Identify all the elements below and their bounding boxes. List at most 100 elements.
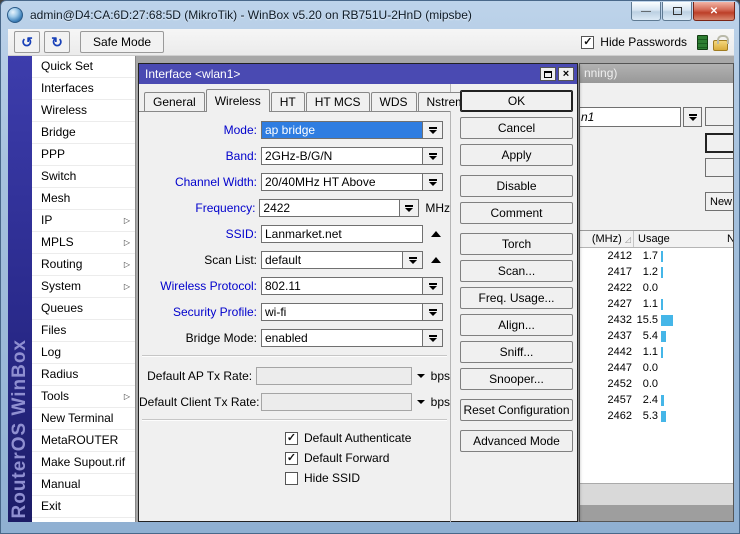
sidebar-item-interfaces[interactable]: Interfaces <box>32 78 135 100</box>
maximize-button[interactable] <box>662 2 692 21</box>
dropdown-icon[interactable] <box>417 374 425 378</box>
sidebar-item-metarouter[interactable]: MetaROUTER <box>32 430 135 452</box>
bridge-mode-combo[interactable]: enabled <box>261 329 423 347</box>
table-row[interactable]: 24572.4 <box>580 392 734 408</box>
snooper-button[interactable]: Snooper... <box>460 368 573 390</box>
sidebar-item-bridge[interactable]: Bridge <box>32 122 135 144</box>
default-client-tx-rate-input[interactable] <box>261 393 412 411</box>
disable-button[interactable]: Disable <box>460 175 573 197</box>
advanced-mode-button[interactable]: Advanced Mode <box>460 430 573 452</box>
band-dropdown-button[interactable] <box>423 147 443 165</box>
sniff-button[interactable]: Sniff... <box>460 341 573 363</box>
frequency-dropdown-button[interactable] <box>400 199 420 217</box>
table-row[interactable]: 24421.1 <box>580 344 734 360</box>
security-profile-combo[interactable]: wi-fi <box>261 303 423 321</box>
apply-button[interactable]: Apply <box>460 144 573 166</box>
sidebar-item-quick-set[interactable]: Quick Set <box>32 56 135 78</box>
dropdown-icon <box>429 309 437 316</box>
table-row[interactable]: 24121.7 <box>580 248 734 264</box>
column-mhz[interactable]: (MHz) <box>592 233 622 245</box>
sidebar-item-radius[interactable]: Radius <box>32 364 135 386</box>
frequency-usage-titlebar[interactable]: nning) <box>580 64 733 83</box>
default-forward-checkbox[interactable] <box>285 452 298 465</box>
comment-button[interactable]: Comment <box>460 202 573 224</box>
ssid-input[interactable]: Lanmarket.net <box>261 225 423 243</box>
sidebar-item-exit[interactable]: Exit <box>32 496 135 518</box>
scan-button[interactable]: Scan... <box>460 260 573 282</box>
sidebar-item-ppp[interactable]: PPP <box>32 144 135 166</box>
dropdown-icon[interactable] <box>417 400 425 404</box>
sidebar-item-new-terminal[interactable]: New Terminal <box>32 408 135 430</box>
table-row[interactable]: 24220.0 <box>580 280 734 296</box>
sidebar-item-ip[interactable]: IP <box>32 210 135 232</box>
table-row[interactable]: 24171.2 <box>580 264 734 280</box>
redo-button[interactable]: ↻ <box>44 31 70 53</box>
hide-passwords-checkbox[interactable] <box>581 36 594 49</box>
sidebar-item-log[interactable]: Log <box>32 342 135 364</box>
collapse-arrow-icon[interactable] <box>431 231 441 237</box>
sidebar-item-manual[interactable]: Manual <box>32 474 135 496</box>
ok-button[interactable]: OK <box>460 90 573 112</box>
tab-ht[interactable]: HT <box>271 92 305 111</box>
table-row[interactable]: 24470.0 <box>580 360 734 376</box>
scan-list-combo[interactable]: default <box>261 251 403 269</box>
dialog-close-button[interactable]: × <box>558 67 574 81</box>
default-authenticate-checkbox[interactable] <box>285 432 298 445</box>
frequency-combo[interactable]: 2422 <box>259 199 399 217</box>
dialog-maximize-button[interactable] <box>540 67 556 81</box>
security-profile-dropdown-button[interactable] <box>423 303 443 321</box>
sidebar-item-wireless[interactable]: Wireless <box>32 100 135 122</box>
tab-wds[interactable]: WDS <box>371 92 417 111</box>
table-header[interactable]: (MHz) ◿ Usage N <box>580 231 734 248</box>
table-row[interactable]: 24271.1 <box>580 296 734 312</box>
bg-partial-button-1[interactable] <box>705 107 734 126</box>
band-combo[interactable]: 2GHz-B/G/N <box>261 147 423 165</box>
bg-partial-button-3[interactable] <box>705 158 734 177</box>
sidebar-item-files[interactable]: Files <box>32 320 135 342</box>
undo-button[interactable]: ↺ <box>14 31 40 53</box>
dialog-titlebar[interactable]: Interface <wlan1> × <box>139 64 577 84</box>
scan-list-dropdown-button[interactable] <box>403 251 423 269</box>
hide-passwords-label: Hide Passwords <box>600 35 687 49</box>
default-ap-tx-rate-input[interactable] <box>256 367 412 385</box>
mode-dropdown-button[interactable] <box>423 121 443 139</box>
interface-combo[interactable]: n1 <box>579 107 681 127</box>
sidebar-item-make-supout[interactable]: Make Supout.rif <box>32 452 135 474</box>
table-row[interactable]: 24375.4 <box>580 328 734 344</box>
interface-wlan1-dialog: Interface <wlan1> × General Wireless HT … <box>138 63 578 522</box>
mode-combo[interactable]: ap bridge <box>261 121 423 139</box>
new-button[interactable]: New <box>705 192 734 211</box>
table-row[interactable]: 243215.5 <box>580 312 734 328</box>
bg-partial-button-2[interactable] <box>705 133 734 153</box>
cancel-button[interactable]: Cancel <box>460 117 573 139</box>
tab-wireless[interactable]: Wireless <box>206 89 270 112</box>
table-row[interactable]: 24520.0 <box>580 376 734 392</box>
wireless-protocol-combo[interactable]: 802.11 <box>261 277 423 295</box>
sidebar-item-routing[interactable]: Routing <box>32 254 135 276</box>
tab-ht-mcs[interactable]: HT MCS <box>306 92 370 111</box>
sidebar-item-queues[interactable]: Queues <box>32 298 135 320</box>
channel-width-dropdown-button[interactable] <box>423 173 443 191</box>
close-button[interactable]: ✕ <box>693 2 735 21</box>
channel-width-combo[interactable]: 20/40MHz HT Above <box>261 173 423 191</box>
torch-button[interactable]: Torch <box>460 233 573 255</box>
safe-mode-button[interactable]: Safe Mode <box>80 31 164 53</box>
sidebar-item-system[interactable]: System <box>32 276 135 298</box>
tab-general[interactable]: General <box>144 92 205 111</box>
sidebar-item-mesh[interactable]: Mesh <box>32 188 135 210</box>
minimize-button[interactable]: — <box>631 2 661 21</box>
sidebar-item-mpls[interactable]: MPLS <box>32 232 135 254</box>
column-usage[interactable]: Usage <box>634 231 727 247</box>
table-row[interactable]: 24625.3 <box>580 408 734 424</box>
freq-usage-button[interactable]: Freq. Usage... <box>460 287 573 309</box>
bridge-mode-dropdown-button[interactable] <box>423 329 443 347</box>
interface-combo-dropdown-button[interactable] <box>683 107 702 127</box>
sidebar-item-switch[interactable]: Switch <box>32 166 135 188</box>
reset-configuration-button[interactable]: Reset Configuration <box>460 399 573 421</box>
column-noise[interactable]: N <box>727 231 734 247</box>
hide-ssid-checkbox[interactable] <box>285 472 298 485</box>
align-button[interactable]: Align... <box>460 314 573 336</box>
collapse-arrow-icon[interactable] <box>431 257 441 263</box>
sidebar-item-tools[interactable]: Tools <box>32 386 135 408</box>
wireless-protocol-dropdown-button[interactable] <box>423 277 443 295</box>
